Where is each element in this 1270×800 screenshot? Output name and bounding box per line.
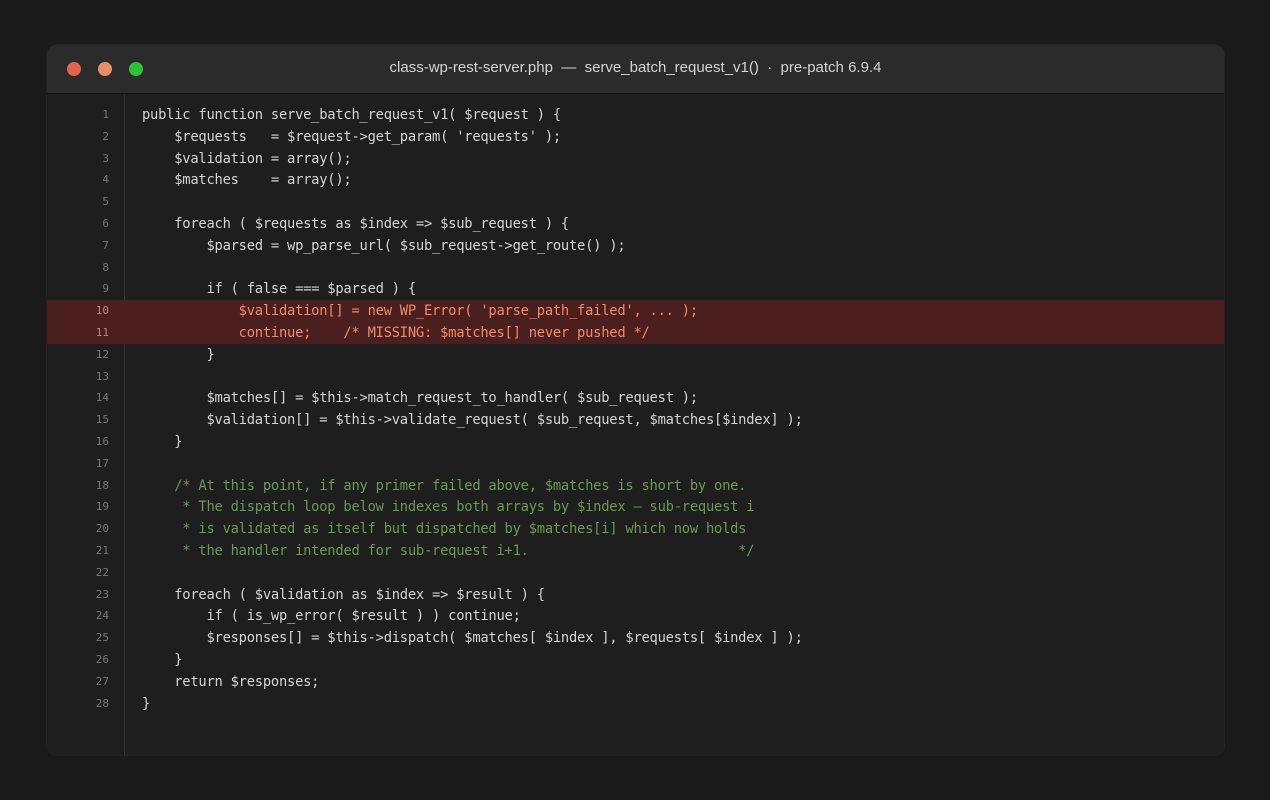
- code-line[interactable]: 6 foreach ( $requests as $index => $sub_…: [47, 213, 1224, 235]
- code-text: $responses[] = $this->dispatch( $matches…: [142, 630, 803, 647]
- line-number: 3: [102, 151, 109, 165]
- line-number: 24: [95, 609, 109, 623]
- code-text: $validation[] = new WP_Error( 'parse_pat…: [142, 303, 698, 320]
- code-text: continue; /* MISSING: $matches[] never p…: [142, 324, 650, 341]
- code-line[interactable]: 4 $matches = array();: [47, 169, 1224, 191]
- line-number: 25: [95, 631, 109, 645]
- line-number: 23: [95, 587, 109, 601]
- code-text: return $responses;: [142, 673, 320, 690]
- code-text: }: [142, 433, 183, 450]
- line-number: 15: [95, 413, 109, 427]
- line-number: 14: [95, 391, 109, 405]
- line-number: 6: [102, 216, 109, 230]
- code-text: public function serve_batch_request_v1( …: [142, 107, 561, 123]
- editor-window: class-wp-rest-server.php — serve_batch_r…: [47, 45, 1224, 755]
- highlighted-code-line[interactable]: 11 continue; /* MISSING: $matches[] neve…: [47, 321, 1224, 344]
- code-line[interactable]: 7 $parsed = wp_parse_url( $sub_request->…: [47, 235, 1224, 257]
- line-number: 11: [95, 325, 109, 339]
- code-text: }: [142, 695, 151, 712]
- code-line[interactable]: 13: [47, 366, 1224, 388]
- line-number: 13: [95, 369, 109, 383]
- code-lines: 1 public function serve_batch_request_v1(…: [47, 104, 1224, 714]
- code-text: foreach ( $requests as $index => $sub_re…: [142, 215, 569, 232]
- line-number: 28: [95, 696, 109, 710]
- code-text: $validation[] = $this->validate_request(…: [142, 412, 803, 429]
- line-number: 8: [102, 260, 109, 274]
- code-line[interactable]: 3 $validation = array();: [47, 148, 1224, 170]
- code-comment: /* At this point, if any primer failed a…: [142, 477, 747, 494]
- line-number: 27: [95, 674, 109, 688]
- window-title: class-wp-rest-server.php — serve_batch_r…: [389, 59, 882, 76]
- code-line[interactable]: 17: [47, 453, 1224, 475]
- code-line[interactable]: 19 * The dispatch loop below indexes bot…: [47, 496, 1224, 518]
- line-number: 19: [95, 500, 109, 514]
- code-line[interactable]: 23 foreach ( $validation as $index => $r…: [47, 584, 1224, 606]
- line-number: 21: [95, 543, 109, 557]
- line-number: 9: [102, 282, 109, 296]
- line-number: 2: [102, 129, 109, 143]
- code-text: $requests = $request->get_param( 'reques…: [142, 128, 561, 145]
- code-text: }: [142, 651, 183, 668]
- code-text: $parsed = wp_parse_url( $sub_request->ge…: [142, 237, 626, 254]
- code-comment: * is validated as itself but dispatched …: [142, 521, 747, 538]
- code-text: $matches[] = $this->match_request_to_han…: [142, 390, 698, 407]
- line-number: 5: [102, 195, 109, 209]
- code-text: $validation = array();: [142, 150, 352, 167]
- code-text: if ( false === $parsed ) {: [142, 281, 416, 298]
- line-number: 20: [95, 522, 109, 536]
- code-line[interactable]: 2 $requests = $request->get_param( 'requ…: [47, 126, 1224, 148]
- code-text: foreach ( $validation as $index => $resu…: [142, 586, 545, 603]
- code-line[interactable]: 8: [47, 257, 1224, 279]
- code-line[interactable]: 1 public function serve_batch_request_v1(…: [47, 104, 1224, 126]
- code-line[interactable]: 9 if ( false === $parsed ) {: [47, 278, 1224, 300]
- code-line[interactable]: 16 }: [47, 431, 1224, 453]
- code-line[interactable]: 28}: [47, 693, 1224, 715]
- line-number: 7: [102, 238, 109, 252]
- line-number: 10: [95, 304, 109, 318]
- code-text: }: [142, 346, 215, 363]
- line-number: 22: [95, 565, 109, 579]
- title-bar: class-wp-rest-server.php — serve_batch_r…: [47, 45, 1224, 94]
- line-number: 18: [95, 478, 109, 492]
- code-comment: * The dispatch loop below indexes both a…: [142, 499, 755, 516]
- code-line[interactable]: 26 }: [47, 649, 1224, 671]
- code-line[interactable]: 25 $responses[] = $this->dispatch( $matc…: [47, 627, 1224, 649]
- code-comment: * the handler intended for sub-request i…: [142, 542, 755, 559]
- code-line[interactable]: 27 return $responses;: [47, 671, 1224, 693]
- line-number: 26: [95, 652, 109, 666]
- highlighted-code-line[interactable]: 10 $validation[] = new WP_Error( 'parse_…: [47, 300, 1224, 322]
- code-text: $matches = array();: [142, 172, 352, 189]
- code-line[interactable]: 12 }: [47, 344, 1224, 366]
- line-number: 12: [95, 347, 109, 361]
- code-line[interactable]: 5: [47, 191, 1224, 213]
- code-text: if ( is_wp_error( $result ) ) continue;: [142, 608, 521, 625]
- code-line[interactable]: 22: [47, 562, 1224, 584]
- code-line[interactable]: 18 /* At this point, if any primer faile…: [47, 475, 1224, 497]
- code-editor[interactable]: 1 public function serve_batch_request_v1(…: [47, 94, 1224, 755]
- code-line[interactable]: 14 $matches[] = $this->match_request_to_…: [47, 387, 1224, 409]
- code-line[interactable]: 21 * the handler intended for sub-reques…: [47, 540, 1224, 562]
- line-number: 17: [95, 456, 109, 470]
- code-line[interactable]: 15 $validation[] = $this->validate_reque…: [47, 409, 1224, 431]
- line-number: 4: [102, 173, 109, 187]
- code-line[interactable]: 24 if ( is_wp_error( $result ) ) continu…: [47, 605, 1224, 627]
- code-line[interactable]: 20 * is validated as itself but dispatch…: [47, 518, 1224, 540]
- line-number: 1: [102, 108, 109, 121]
- line-number: 16: [95, 434, 109, 448]
